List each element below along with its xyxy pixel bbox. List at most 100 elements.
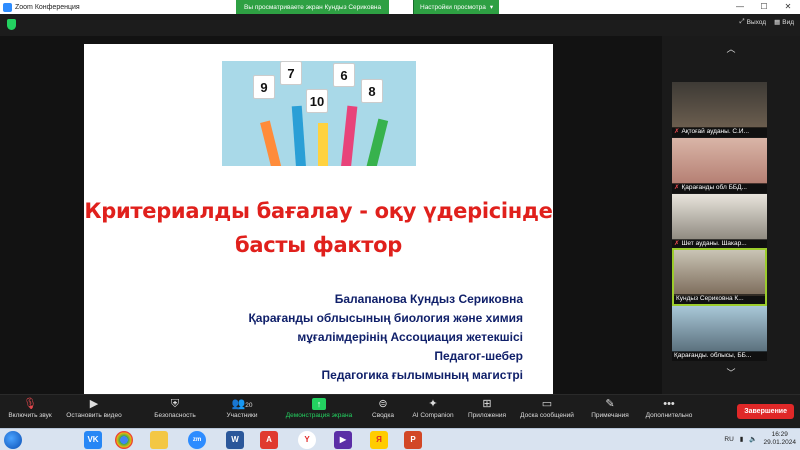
apps-icon: ⊞: [482, 398, 492, 410]
notes-button[interactable]: ✎ Примечания: [588, 398, 632, 419]
notes-icon: ✎: [605, 398, 615, 410]
participant-name-label: ✗ Ақтоғай ауданы. С.И...: [672, 127, 767, 137]
app-title: Zoom Конференция: [15, 3, 80, 11]
apps-label: Приложения: [467, 412, 507, 419]
whiteboard-label: Доска сообщений: [520, 412, 574, 419]
maximize-icon[interactable]: ☐: [752, 0, 776, 14]
gallery-down-chevron-icon[interactable]: ﹀: [706, 366, 756, 379]
more-icon: •••: [663, 398, 675, 410]
yandex-browser-icon[interactable]: Y: [298, 431, 316, 449]
author-line: Педагогика ғылымының магистрі: [321, 368, 523, 382]
author-line: Балапанова Кундыз Сериковна: [334, 292, 523, 306]
participant-name-label: ✗ Қарағанды обл ББД...: [672, 183, 767, 193]
windows-start-icon[interactable]: [4, 431, 22, 449]
meeting-toolbar: 🎙 Включить звук ▶ Остановить видео ⛨ Без…: [0, 394, 800, 428]
view-button[interactable]: ▦ Вид: [774, 18, 794, 27]
presentation-slide: 9 7 10 6 8 Критериалды бағалау - оқу үде…: [84, 44, 553, 394]
participant-video: [672, 306, 767, 352]
participants-button[interactable]: 👥20 Участники: [222, 398, 262, 419]
windows-taskbar: VK zm W A Y ▶ Я P RU ▮ 🔈 16:29 29.01.202…: [0, 428, 800, 450]
clock-time: 16:29: [771, 431, 788, 438]
volume-icon[interactable]: 🔈: [749, 435, 757, 443]
stop-video-label: Остановить видео: [66, 412, 122, 419]
card-6: 6: [333, 63, 355, 87]
summary-button[interactable]: ⊜ Сводка: [368, 398, 398, 419]
card-9: 9: [253, 75, 275, 99]
whiteboard-icon: ▭: [541, 398, 553, 410]
file-explorer-icon[interactable]: [150, 431, 168, 449]
share-banner-text: Вы просматриваете экран Кундыз Сериковна: [244, 3, 382, 11]
ai-companion-label: AI Companion: [412, 412, 454, 419]
participant-tile[interactable]: ✗ Қарағанды обл ББД...: [672, 138, 767, 193]
summary-icon: ⊜: [378, 398, 388, 410]
apps-button[interactable]: ⊞ Приложения: [466, 398, 508, 419]
network-icon[interactable]: ▮: [740, 435, 744, 443]
zoom-app-icon[interactable]: zm: [188, 431, 206, 449]
muted-mic-icon: ✗: [674, 184, 680, 191]
participant-tile[interactable]: Қарағанды. облысы, ББ...: [672, 306, 767, 361]
muted-mic-icon: 🎙: [23, 398, 37, 410]
slide-title-line2: басты фактор: [234, 233, 403, 257]
card-7: 7: [280, 61, 302, 85]
active-speaker-tile[interactable]: Кундыз Сериковна К...: [672, 248, 767, 306]
encryption-shield-icon[interactable]: [7, 19, 16, 30]
grid-view-icon: ▦: [774, 19, 781, 26]
author-line: Педагог-шебер: [434, 349, 523, 363]
share-screen-button[interactable]: ↑ Демонстрация экрана: [281, 398, 357, 419]
participant-video: [672, 82, 767, 128]
participant-name-label: Қарағанды. облысы, ББ...: [672, 351, 767, 361]
card-10: 10: [306, 89, 328, 113]
muted-mic-icon: ✗: [674, 128, 680, 135]
shared-screen-area: 9 7 10 6 8 Критериалды бағалау - оқу үде…: [0, 36, 662, 394]
more-button[interactable]: ••• Дополнительно: [643, 398, 695, 419]
window-titlebar: Zoom Конференция: [0, 0, 800, 14]
stop-video-button[interactable]: ▶ Остановить видео: [62, 398, 126, 419]
view-options-button[interactable]: Настройки просмотра ▾: [413, 0, 500, 14]
yandex-icon[interactable]: Я: [370, 431, 388, 449]
slide-title-line1: Критериалды бағалау - оқу үдерісінде: [84, 199, 553, 223]
whiteboard-button[interactable]: ▭ Доска сообщений: [517, 398, 577, 419]
participant-count: 20: [245, 402, 253, 409]
powerpoint-icon[interactable]: P: [404, 431, 422, 449]
media-app-icon[interactable]: ▶: [334, 431, 352, 449]
participant-name-label: Кундыз Сериковна К...: [674, 294, 765, 304]
view-label: Вид: [782, 18, 794, 26]
chrome-icon[interactable]: [115, 431, 133, 449]
minimize-icon[interactable]: —: [728, 0, 752, 14]
screen-share-banner: Вы просматриваете экран Кундыз Сериковна: [236, 0, 390, 14]
author-block: Балапанова Кундыз Сериковна Қарағанды об…: [248, 290, 523, 385]
camera-icon: ▶: [89, 398, 99, 410]
ai-sparkle-icon: ✦: [428, 398, 438, 410]
muted-mic-icon: ✗: [674, 240, 680, 247]
card-8: 8: [361, 79, 383, 103]
slide-title: Критериалды бағалау - оқу үдерісінде бас…: [84, 194, 553, 262]
clock[interactable]: 16:29 29.01.2024: [763, 431, 796, 447]
security-button[interactable]: ⛨ Безопасность: [150, 398, 200, 419]
author-line: мұғалімдерінің Ассоциация жетекшісі: [297, 330, 523, 344]
window-controls: — ☐ ✕: [728, 0, 800, 14]
language-indicator[interactable]: RU: [724, 436, 733, 443]
share-screen-icon: ↑: [312, 398, 326, 410]
clock-date: 29.01.2024: [763, 439, 796, 446]
system-tray: RU ▮ 🔈 16:29 29.01.2024: [724, 431, 796, 447]
share-screen-label: Демонстрация экрана: [285, 412, 353, 419]
voting-cards-illustration: 9 7 10 6 8: [222, 61, 416, 166]
vk-icon[interactable]: VK: [84, 431, 102, 449]
chevron-down-icon: ▾: [489, 4, 494, 11]
view-options-label: Настройки просмотра: [420, 3, 486, 11]
participant-video: [674, 250, 765, 296]
participant-gallery: ︿ ✗ Ақтоғай ауданы. С.И... ✗ Қарағанды обл…: [662, 36, 800, 394]
word-icon[interactable]: W: [226, 431, 244, 449]
ai-companion-button[interactable]: ✦ AI Companion: [410, 398, 456, 419]
participant-tile[interactable]: ✗ Ақтоғай ауданы. С.И...: [672, 82, 767, 137]
author-line: Қарағанды облысының биология және химия: [248, 311, 523, 325]
unmute-button[interactable]: 🎙 Включить звук: [4, 398, 56, 419]
exit-fullscreen-button[interactable]: ⤢ Выход: [739, 18, 766, 26]
participant-tile[interactable]: ✗ Шет ауданы. Шакар...: [672, 194, 767, 249]
end-meeting-button[interactable]: Завершение: [737, 404, 794, 419]
close-icon[interactable]: ✕: [776, 0, 800, 14]
gallery-up-chevron-icon[interactable]: ︿: [706, 42, 756, 55]
participants-icon: 👥20: [231, 398, 253, 410]
more-label: Дополнительно: [645, 412, 693, 419]
acrobat-icon[interactable]: A: [260, 431, 278, 449]
